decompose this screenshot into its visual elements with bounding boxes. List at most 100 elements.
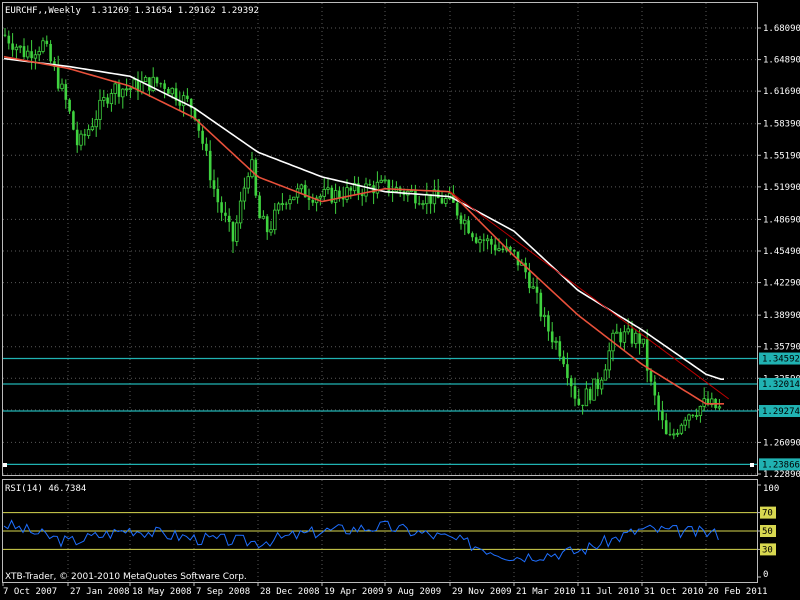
level-price-label: 1.32014	[762, 380, 800, 390]
candle-body-bear	[661, 410, 664, 421]
price-tick-label: 1.55190	[763, 151, 800, 161]
candle-body-bull	[322, 189, 326, 197]
candle-body-bull	[326, 187, 330, 190]
candle-body-bear	[64, 84, 68, 100]
candle-body-bull	[497, 248, 501, 251]
candle-body-bull	[33, 54, 38, 59]
candle-body-bull	[694, 415, 699, 417]
candle-body-bull	[79, 133, 83, 146]
time-tick-label: 29 Nov 2009	[452, 587, 512, 597]
level-price-label: 1.29274	[762, 407, 800, 417]
candle-body-bear	[645, 339, 649, 371]
candle-body-bull	[109, 93, 114, 105]
candle-body-bull	[584, 388, 589, 407]
candle-body-bull	[592, 378, 596, 401]
candle-body-bear	[7, 35, 11, 44]
candle-body-bull	[432, 189, 437, 205]
candle-body-bear	[148, 77, 151, 91]
candle-body-bear	[208, 150, 212, 181]
candle-body-bull	[269, 229, 273, 233]
candle-body-bear	[455, 202, 459, 216]
candle-body-bear	[664, 420, 668, 435]
candle-body-bear	[167, 88, 170, 94]
candle-body-bull	[18, 45, 22, 48]
chart-ohlc-readout: 1.31269 1.31654 1.29162 1.29392	[91, 6, 259, 16]
candle-body-bear	[231, 221, 235, 242]
candle-body-bull	[375, 181, 380, 194]
price-axis: 1.68090 1.64890 1.61690 1.58390 1.55190 1.519…	[757, 24, 800, 480]
candle-body-bull	[444, 198, 448, 204]
candle-body-bull	[280, 203, 285, 206]
candle-body-bull	[37, 51, 41, 56]
candle-body-bull	[276, 203, 281, 211]
candle-body-bear	[653, 381, 657, 396]
candle-body-bear	[535, 286, 539, 293]
chart-canvas: 1.68090 1.64890 1.61690 1.58390 1.55190 1.519…	[0, 0, 800, 600]
candle-body-bear	[201, 130, 204, 144]
candle-body-bear	[566, 364, 569, 379]
candle-body-bear	[186, 95, 189, 99]
candle-body-bull	[299, 184, 304, 190]
candle-body-bear	[501, 248, 505, 251]
time-tick-label: 7 Sep 2008	[196, 587, 250, 597]
candle-body-bear	[56, 66, 60, 89]
candle-body-bull	[626, 328, 630, 333]
price-tick-label: 1.35790	[763, 343, 800, 353]
candle-body-bull	[170, 87, 174, 95]
candle-body-bull	[364, 183, 368, 197]
candle-body-bear	[691, 414, 695, 416]
price-tick-label: 1.48690	[763, 215, 800, 225]
time-tick-label: 9 Aug 2009	[387, 587, 441, 597]
rsi-tick-label: 0	[763, 570, 768, 580]
candle-body-bear	[528, 272, 531, 289]
candle-body-bull	[181, 95, 186, 107]
candle-body-bull	[345, 187, 349, 200]
candle-body-bear	[558, 341, 562, 357]
price-tick-label: 1.26090	[763, 438, 800, 448]
level-price-label: 1.34592	[762, 355, 800, 365]
candle-body-bull	[672, 433, 676, 436]
candle-body-bear	[216, 188, 220, 203]
candle-body-bear	[254, 159, 258, 196]
rsi-title: RSI(14) 46.7384	[5, 484, 86, 494]
candle-body-bear	[284, 203, 288, 205]
time-tick-label: 28 Dec 2008	[260, 587, 320, 597]
price-tick-label: 1.45490	[763, 247, 800, 257]
candle-body-bear	[547, 315, 550, 332]
candle-body-bull	[531, 286, 535, 289]
candle-body-bear	[482, 239, 486, 241]
candle-body-bear	[649, 370, 653, 382]
candle-body-bull	[238, 200, 243, 224]
level-marker-right	[750, 463, 754, 467]
candle-body-bear	[220, 202, 223, 213]
candle-body-bear	[417, 203, 421, 205]
candle-body-bull	[128, 88, 133, 90]
price-tick-label: 1.22890	[763, 470, 800, 480]
candle-body-bull	[94, 119, 98, 128]
candle-body-bear	[493, 244, 497, 251]
candle-body-bear	[668, 434, 672, 436]
candle-body-bear	[581, 404, 584, 406]
candle-body-bull	[235, 222, 239, 242]
candle-body-bear	[509, 246, 512, 250]
time-tick-label: 18 May 2008	[132, 587, 192, 597]
candle-body-bull	[242, 187, 247, 202]
chart-symbol-title: EURCHF,,Weekly	[5, 6, 81, 16]
candle-body-bear	[471, 233, 474, 238]
candle-body-bull	[41, 40, 45, 52]
candle-body-bear	[265, 216, 269, 233]
candle-body-bull	[687, 414, 691, 421]
candle-body-bull	[86, 129, 91, 136]
candle-body-bear	[569, 378, 573, 387]
candle-body-bear	[163, 83, 166, 89]
candle-body-bull	[246, 176, 250, 189]
candle-body-bear	[562, 356, 565, 365]
candle-body-bull	[26, 50, 30, 58]
candle-body-bear	[227, 215, 231, 222]
candle-body-bull	[98, 99, 102, 120]
candle-body-bull	[102, 97, 106, 101]
candle-body-bear	[3, 34, 7, 36]
candle-body-bull	[554, 340, 558, 343]
candle-body-bear	[539, 292, 543, 317]
candle-body-bull	[261, 215, 266, 219]
